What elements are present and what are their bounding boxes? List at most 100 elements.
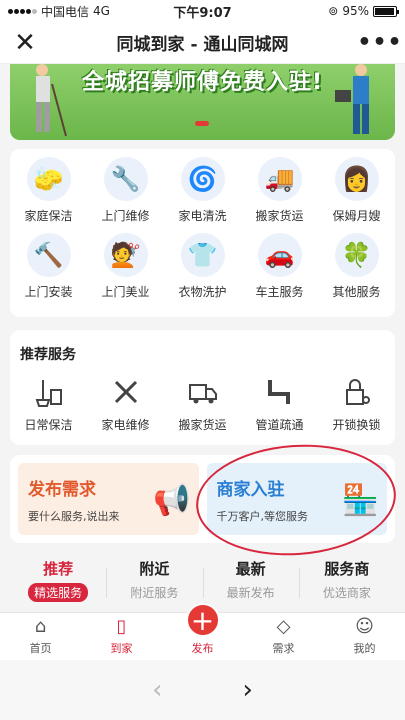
recommend-moving[interactable]: 搬家货运	[164, 376, 241, 433]
browser-toolbar: ‹ ›	[0, 660, 405, 720]
clover-icon: 🍀	[334, 233, 379, 277]
nav-label: 发布	[191, 642, 214, 655]
pipe-icon	[267, 380, 290, 404]
tab-sub: 附近服务	[130, 586, 179, 600]
cleaner-figure-icon	[36, 64, 67, 137]
service-beauty[interactable]: 💇 上门美业	[87, 233, 164, 309]
service-moving[interactable]: 🚚 搬家货运	[241, 157, 318, 233]
car-icon: 🚗	[257, 233, 302, 277]
service-car[interactable]: 🚗 车主服务	[241, 233, 318, 309]
nav-label: 首页	[29, 642, 52, 655]
nav-publish[interactable]: + 发布	[162, 603, 243, 660]
nav-bar: ✕ 同城到家 - 通山同城网 •••	[0, 22, 405, 64]
service-other[interactable]: 🍀 其他服务	[318, 233, 395, 309]
orientation-lock-icon: ⊚	[328, 4, 339, 18]
service-nanny[interactable]: 👩 保姆月嫂	[318, 157, 395, 233]
recommend-label: 搬家货运	[178, 418, 227, 432]
time-label: 下午9:07	[173, 5, 232, 21]
merchant-join-card[interactable]: 商家入驻 千万客户,等您服务 🏪	[206, 463, 387, 535]
wrench-icon: 🔧	[103, 157, 148, 201]
tab-latest[interactable]: 最新 最新发布	[202, 558, 299, 610]
nav-demand[interactable]: ◇ 需求	[243, 613, 324, 660]
close-icon[interactable]: ✕	[0, 23, 50, 63]
battery-label: 95%	[342, 4, 369, 18]
service-repair[interactable]: 🔧 上门维修	[87, 157, 164, 233]
page-title: 同城到家 - 通山同城网	[116, 35, 289, 55]
service-label: 家庭保洁	[24, 209, 73, 223]
banner-text: 全城招募师傅免费入驻!	[82, 70, 324, 95]
service-label: 上门美业	[101, 285, 150, 299]
tab-providers[interactable]: 服务商 优选商家	[298, 558, 395, 610]
shop-icon: 🏪	[341, 483, 379, 518]
carrier-label: 中国电信	[41, 4, 90, 19]
nav-daojia[interactable]: ▯ 到家	[81, 613, 162, 660]
shirt-icon: 👕	[180, 233, 225, 277]
service-grid: 🧽 家庭保洁 🔧 上门维修 🌀 家电清洗 🚚 搬家货运 👩 保姆月嫂 🔨 上门安装 💇 上门美…	[10, 149, 395, 317]
service-laundry[interactable]: 👕 衣物洗护	[164, 233, 241, 309]
status-bar: 中国电信 4G 下午9:07 ⊚ 95%	[0, 0, 405, 22]
service-cleaning[interactable]: 🧽 家庭保洁	[10, 157, 87, 233]
nav-home[interactable]: ⌂ 首页	[0, 613, 81, 660]
tag-icon: ◇	[276, 616, 291, 637]
cleaning-icon: 🧽	[26, 157, 71, 201]
recommend-lock[interactable]: 开锁换锁	[318, 376, 395, 433]
promo-section: 发布需求 要什么服务,说出来 📢 商家入驻 千万客户,等您服务 🏪	[10, 455, 395, 543]
service-label: 保姆月嫂	[332, 209, 381, 223]
lock-icon	[345, 379, 370, 405]
recruit-banner[interactable]: 全城招募师傅免费入驻!	[10, 64, 395, 140]
recommend-daily-cleaning[interactable]: 日常保洁	[10, 376, 87, 433]
service-label: 家电清洗	[178, 209, 227, 223]
user-icon: ☺	[355, 616, 374, 637]
nanny-icon: 👩	[334, 157, 379, 201]
megaphone-icon: 📢	[153, 483, 191, 518]
recommend-pipe[interactable]: 管道疏通	[241, 376, 318, 433]
tab-name: 服务商	[324, 560, 370, 578]
tools-icon	[114, 380, 137, 404]
service-label: 其他服务	[332, 285, 381, 299]
service-install[interactable]: 🔨 上门安装	[10, 233, 87, 309]
service-label: 车主服务	[255, 285, 304, 299]
recommend-section: 推荐服务 日常保洁 家电维修 搬家货运 管道疏通 开锁换锁	[10, 330, 395, 445]
service-label: 上门安装	[24, 285, 73, 299]
nav-label: 我的	[353, 642, 376, 655]
bottom-nav: ⌂ 首页 ▯ 到家 + 发布 ◇ 需求 ☺ 我的	[0, 603, 405, 660]
recommend-label: 开锁换锁	[332, 418, 381, 432]
service-label: 衣物洗护	[178, 285, 227, 299]
tab-sub: 最新发布	[226, 586, 275, 600]
worker-figure-icon	[335, 64, 369, 134]
nav-label: 到家	[110, 642, 133, 655]
signal-icon	[8, 8, 37, 14]
tab-name: 附近	[139, 560, 170, 578]
recommend-label: 管道疏通	[255, 418, 304, 432]
service-appliance-wash[interactable]: 🌀 家电清洗	[164, 157, 241, 233]
home-icon: ⌂	[34, 616, 47, 637]
nav-label: 需求	[272, 642, 295, 655]
network-label: 4G	[93, 4, 110, 18]
battery-icon	[373, 5, 399, 17]
section-title: 推荐服务	[20, 347, 76, 363]
tab-recommend[interactable]: 推荐 精选服务	[10, 558, 106, 610]
hammer-icon: 🔨	[26, 233, 71, 277]
tab-sub: 优选商家	[322, 586, 371, 600]
mop-icon	[35, 380, 62, 407]
more-icon[interactable]: •••	[355, 30, 405, 55]
door-icon: ▯	[116, 616, 127, 637]
tab-name: 推荐	[43, 560, 74, 578]
beauty-icon: 💇	[103, 233, 148, 277]
recommend-appliance-repair[interactable]: 家电维修	[87, 376, 164, 433]
tab-name: 最新	[235, 560, 266, 578]
recommend-label: 家电维修	[101, 418, 150, 432]
post-demand-card[interactable]: 发布需求 要什么服务,说出来 📢	[18, 463, 199, 535]
nav-mine[interactable]: ☺ 我的	[324, 613, 405, 660]
washer-icon: 🌀	[180, 157, 225, 201]
tab-nearby[interactable]: 附近 附近服务	[106, 558, 202, 610]
plus-icon: +	[185, 603, 220, 637]
tab-sub: 精选服务	[28, 583, 89, 602]
forward-arrow-icon[interactable]: ›	[243, 675, 253, 705]
truck-icon: 🚚	[257, 157, 302, 201]
banner-indicator	[195, 121, 209, 126]
service-label: 搬家货运	[255, 209, 304, 223]
recommend-label: 日常保洁	[24, 418, 73, 432]
back-arrow-icon[interactable]: ‹	[152, 675, 162, 705]
truck-icon	[188, 384, 217, 404]
